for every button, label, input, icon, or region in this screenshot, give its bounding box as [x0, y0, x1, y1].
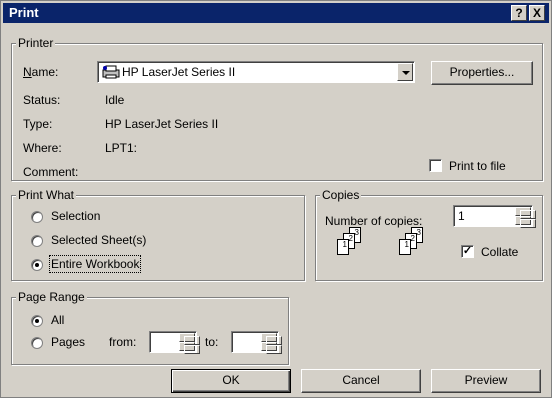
copies-value: 1 — [458, 209, 465, 223]
properties-label: Properties... — [449, 65, 515, 79]
printer-name-value: HP LaserJet Series II — [122, 65, 236, 79]
cancel-label: Cancel — [342, 373, 380, 387]
where-value: LPT1: — [105, 141, 138, 155]
copies-spin-buttons[interactable] — [515, 207, 536, 228]
radio-selected-sheets[interactable] — [31, 235, 43, 247]
print-what-legend: Print What — [16, 188, 77, 202]
selection-label[interactable]: Selection — [51, 209, 100, 223]
help-icon[interactable]: ? — [511, 5, 527, 21]
spin-up-icon[interactable] — [261, 333, 282, 345]
to-spin-buttons[interactable] — [261, 333, 282, 354]
name-label: Name: — [23, 65, 59, 79]
comment-label: Comment: — [23, 165, 79, 179]
spin-up-icon[interactable] — [515, 207, 536, 219]
collate-pages-icon: 3 2 1 — [331, 227, 365, 263]
all-label[interactable]: All — [51, 313, 64, 327]
from-spin-buttons[interactable] — [179, 333, 200, 354]
radio-selection[interactable] — [31, 211, 43, 223]
copies-legend: Copies — [320, 188, 362, 202]
spin-down-icon[interactable] — [515, 216, 536, 228]
status-label: Status: — [23, 93, 61, 107]
chevron-down-icon[interactable] — [397, 63, 413, 81]
printer-name-dropdown[interactable]: HP LaserJet Series II — [97, 61, 415, 83]
radio-pages[interactable] — [31, 337, 43, 349]
type-label: Type: — [23, 117, 53, 131]
preview-button[interactable]: Preview — [431, 369, 541, 393]
from-label: from: — [109, 335, 137, 349]
radio-entire-workbook[interactable] — [31, 259, 43, 271]
to-spinner[interactable] — [231, 331, 282, 354]
ok-button[interactable]: OK — [171, 369, 291, 393]
print-to-file-label[interactable]: Print to file — [449, 159, 506, 173]
title-bar[interactable]: Print ? X — [3, 3, 549, 23]
preview-label: Preview — [464, 373, 508, 387]
close-icon[interactable]: X — [529, 5, 545, 21]
collate-checkbox[interactable]: ✓ — [461, 245, 474, 258]
collate-pages-icon-2: 3 2 1 — [393, 227, 427, 263]
ok-label: OK — [222, 373, 240, 387]
status-value: Idle — [105, 93, 125, 107]
copies-spinner[interactable]: 1 — [453, 205, 536, 228]
properties-button[interactable]: Properties... — [431, 61, 533, 85]
collate-label[interactable]: Collate — [481, 245, 518, 259]
from-spinner[interactable] — [149, 331, 200, 354]
page-range-legend: Page Range — [16, 290, 87, 304]
cancel-button[interactable]: Cancel — [301, 369, 421, 393]
to-label: to: — [205, 335, 219, 349]
window-title: Print — [9, 5, 39, 20]
entire-workbook-label[interactable]: Entire Workbook — [48, 255, 142, 273]
pages-label[interactable]: Pages — [51, 335, 85, 349]
where-label: Where: — [23, 141, 62, 155]
type-value: HP LaserJet Series II — [105, 117, 219, 131]
spin-up-icon[interactable] — [179, 333, 200, 345]
spin-down-icon[interactable] — [261, 342, 282, 354]
print-dialog: Print ? X Printer Name: HP LaserJet Seri… — [0, 0, 552, 398]
print-to-file-checkbox[interactable] — [429, 159, 442, 172]
radio-all[interactable] — [31, 315, 43, 327]
printer-legend: Printer — [16, 36, 56, 50]
printer-icon — [102, 65, 120, 79]
spin-down-icon[interactable] — [179, 342, 200, 354]
number-of-copies-label: Number of copies: — [325, 214, 423, 228]
selected-sheets-label[interactable]: Selected Sheet(s) — [51, 233, 146, 247]
